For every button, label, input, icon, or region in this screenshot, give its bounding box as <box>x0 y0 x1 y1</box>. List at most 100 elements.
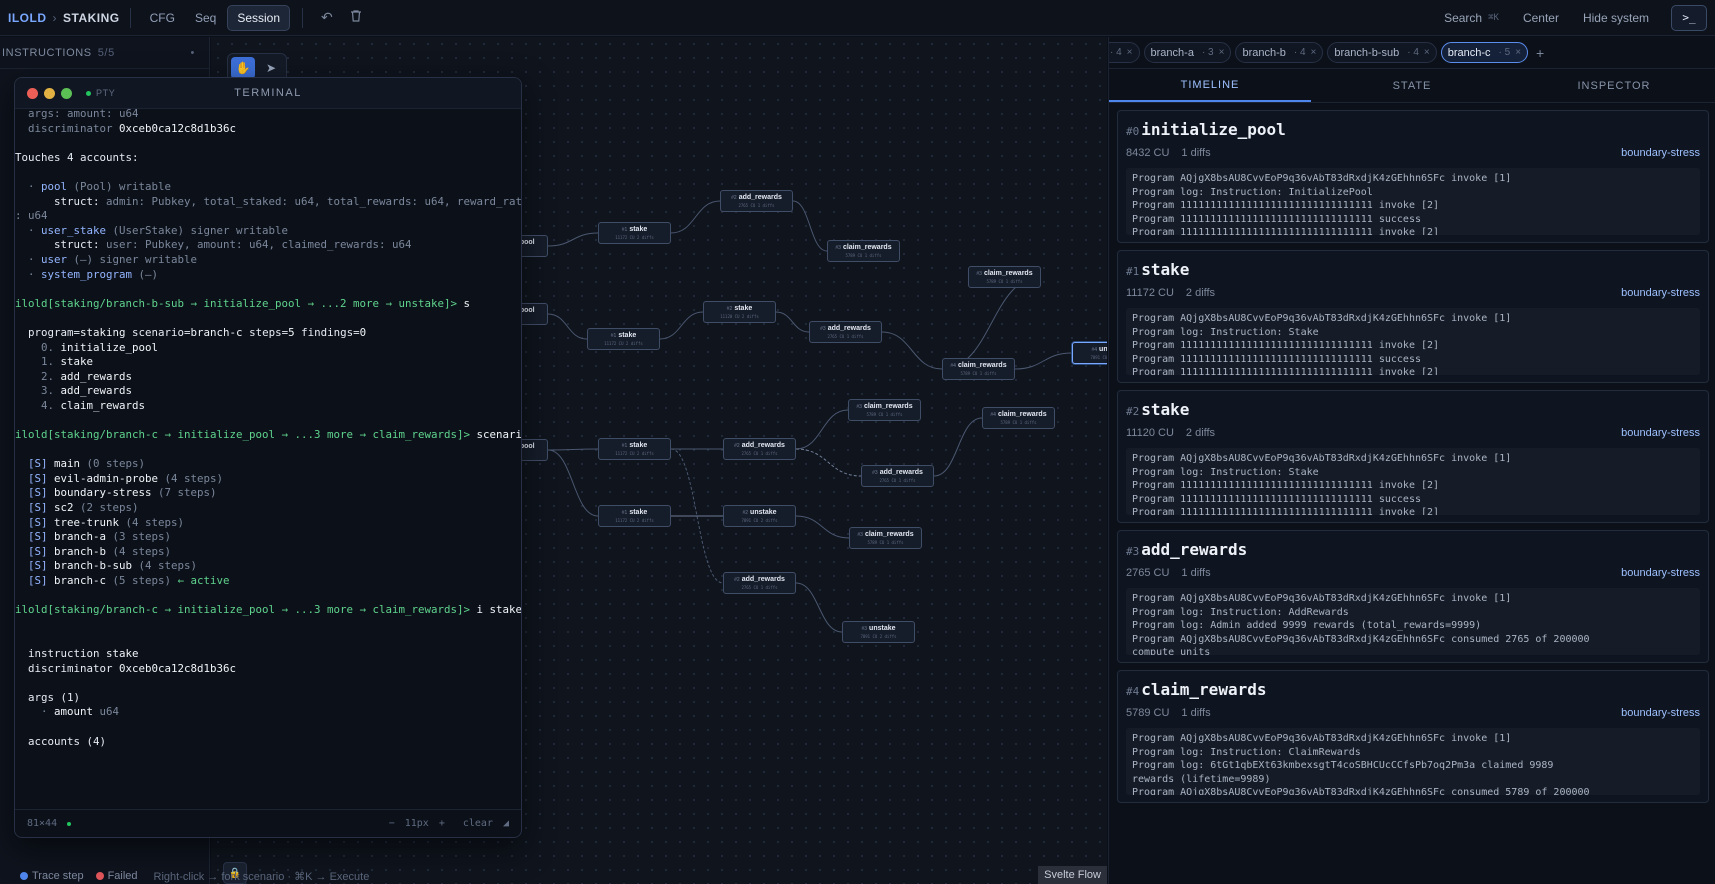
terminal-text: 0xceb0ca12c8d1b36c <box>119 661 237 675</box>
graph-node-label: stake <box>734 305 753 312</box>
program-name[interactable]: STAKING <box>63 11 120 25</box>
resize-handle-icon[interactable]: ◢ <box>503 818 509 829</box>
tab-session[interactable]: Session <box>227 4 291 31</box>
search-button[interactable]: Search <box>1444 11 1482 25</box>
brand-name[interactable]: ILOLD <box>8 11 47 25</box>
graph-node[interactable]: #3 add_rewards 2765 CU 1 diffs <box>809 321 882 343</box>
tab-state[interactable]: STATE <box>1311 69 1513 102</box>
svelte-flow-attribution[interactable]: Svelte Flow <box>1038 866 1107 884</box>
terminal-text: args: <box>15 109 68 120</box>
collapse-icon[interactable]: • <box>191 47 195 59</box>
graph-node[interactable]: #3 unstake 7891 CU 2 diffs <box>842 621 915 643</box>
terminal-text: 0. <box>15 340 61 354</box>
branch-tab[interactable]: branch-c · 5 × <box>1440 42 1529 63</box>
terminal-text: (—) <box>132 267 159 281</box>
log-line: rewards (lifetime=9989) <box>1132 773 1271 785</box>
step-logs[interactable]: Program AQjgX8bsAU8CvvEoP9q36vAbT83dRxdj… <box>1126 728 1700 795</box>
branch-tab[interactable]: · 4 × <box>1109 42 1140 63</box>
terminal-text: tree-trunk <box>54 515 120 529</box>
tab-cfg[interactable]: CFG <box>141 6 184 30</box>
terminal-text: (Pool) writable <box>67 179 172 193</box>
graph-node[interactable]: #4 claim_rewards 5789 CU 1 diffs <box>942 358 1015 380</box>
terminal-text: scenario <box>476 428 521 442</box>
graph-node[interactable]: #1 stake 11172 CU 2 diffs <box>598 222 671 244</box>
step-scenario-link[interactable]: boundary-stress <box>1621 427 1700 439</box>
hand-tool-icon[interactable]: ✋ <box>231 57 255 79</box>
graph-node[interactable]: #1 stake 11172 CU 2 diffs <box>598 505 671 527</box>
undo-icon[interactable]: ↶ <box>321 9 333 26</box>
terminal-text: findings= <box>294 325 360 339</box>
branch-tab[interactable]: branch-b-sub · 4 × <box>1327 42 1437 63</box>
close-icon[interactable]: × <box>1424 47 1430 58</box>
graph-node-title: #2 add_rewards <box>724 442 795 449</box>
step-logs[interactable]: Program AQjgX8bsAU8CvvEoP9q36vAbT83dRxdj… <box>1126 168 1700 235</box>
tab-timeline[interactable]: TIMELINE <box>1109 69 1311 102</box>
step-logs[interactable]: Program AQjgX8bsAU8CvvEoP9q36vAbT83dRxdj… <box>1126 588 1700 655</box>
graph-node[interactable]: #3 claim_rewards 5789 CU 1 diffs <box>849 527 922 549</box>
log-line: Program 11111111111111111111111111111111… <box>1132 340 1440 352</box>
step-logs[interactable]: Program AQjgX8bsAU8CvvEoP9q36vAbT83dRxdj… <box>1126 448 1700 515</box>
add-branch-icon[interactable]: + <box>1536 45 1544 61</box>
step-cu: 11120 CU <box>1126 427 1174 439</box>
timeline-step[interactable]: #4 claim_rewards 5789 CU 1 diffs boundary-st… <box>1117 670 1709 803</box>
terminal-output[interactable]: args: amount: u64 discriminator 0xceb0ca… <box>15 109 521 809</box>
branch-tab[interactable]: branch-b · 4 × <box>1235 42 1324 63</box>
timeline-step[interactable]: #3 add_rewards 2765 CU 1 diffs boundary-stre… <box>1117 530 1709 663</box>
terminal-window[interactable]: PTY TERMINAL args: amount: u64 discrimin… <box>14 77 522 838</box>
minimize-icon[interactable] <box>44 87 55 99</box>
graph-node[interactable]: #2 add_rewards 2765 CU 1 diffs <box>723 438 796 460</box>
graph-edge <box>659 311 704 340</box>
tab-inspector[interactable]: INSPECTOR <box>1513 69 1715 102</box>
graph-node[interactable]: #4 claim_rewards 5789 CU 1 diffs <box>982 407 1055 429</box>
step-scenario-link[interactable]: boundary-stress <box>1621 567 1700 579</box>
graph-node[interactable]: #2 add_rewards 2765 CU 1 diffs <box>720 190 793 212</box>
graph-node[interactable]: #4unstake 7891 CU 2 diffs <box>1072 342 1107 364</box>
font-increase-button[interactable]: + <box>439 818 445 829</box>
trash-icon[interactable] <box>349 9 363 26</box>
center-button[interactable]: Center <box>1523 11 1559 25</box>
terminal-titlebar[interactable]: PTY TERMINAL <box>15 78 521 109</box>
graph-edge <box>795 515 850 539</box>
graph-node[interactable]: #2 unstake 7891 CU 2 diffs <box>723 505 796 527</box>
step-scenario-link[interactable]: boundary-stress <box>1621 707 1700 719</box>
hide-system-button[interactable]: Hide system <box>1583 11 1649 25</box>
step-logs[interactable]: Program AQjgX8bsAU8CvvEoP9q36vAbT83dRxdj… <box>1126 308 1700 375</box>
graph-node[interactable]: #1 stake 11172 CU 2 diffs <box>598 438 671 460</box>
graph-node[interactable]: #2 add_rewards 2765 CU 1 diffs <box>723 572 796 594</box>
close-icon[interactable]: × <box>1127 47 1133 58</box>
canvas-legend: Trace step Failed Right-click → fork sce… <box>0 868 400 884</box>
step-meta: 5789 CU 1 diffs boundary-stress <box>1126 707 1700 719</box>
pointer-tool-icon[interactable]: ➤ <box>259 57 283 79</box>
tab-seq[interactable]: Seq <box>186 6 225 30</box>
terminal-text: stake <box>60 355 94 369</box>
graph-node-stats: 2765 CU 1 diffs <box>738 203 775 208</box>
close-icon[interactable]: × <box>1219 47 1225 58</box>
font-decrease-button[interactable]: − <box>389 818 395 829</box>
step-scenario-link[interactable]: boundary-stress <box>1621 147 1700 159</box>
step-header: #2 stake <box>1126 400 1700 419</box>
step-name: stake <box>1141 260 1190 279</box>
timeline-step[interactable]: #0 initialize_pool 8432 CU 1 diffs boundary-… <box>1117 110 1709 243</box>
terminal-toggle-button[interactable]: >_ <box>1671 4 1707 31</box>
clear-button[interactable]: clear <box>463 818 493 829</box>
close-icon[interactable]: × <box>1515 47 1521 58</box>
step-scenario-link[interactable]: boundary-stress <box>1621 287 1700 299</box>
timeline-step[interactable]: #2 stake 11120 CU 2 diffs boundary-stress Pro… <box>1117 390 1709 523</box>
terminal-line: struct: user: Pubkey, amount: u64, claim… <box>15 238 521 253</box>
branch-tab[interactable]: branch-a · 3 × <box>1143 42 1232 63</box>
log-line: Program AQjgX8bsAU8CvvEoP9q36vAbT83dRxdj… <box>1132 633 1590 645</box>
graph-node[interactable]: #2 stake 11120 CU 2 diffs <box>703 301 776 323</box>
graph-node-stats: 5789 CU 1 diffs <box>1000 420 1037 425</box>
graph-node[interactable]: #1 stake 11172 CU 2 diffs <box>587 328 660 350</box>
graph-node[interactable]: #3 claim_rewards 5789 CU 1 diffs <box>827 240 900 262</box>
graph-node[interactable]: #3 claim_rewards 5789 CU 1 diffs <box>968 266 1041 288</box>
maximize-icon[interactable] <box>61 87 72 99</box>
terminal-line: [S] branch-b (4 steps) <box>15 545 521 560</box>
graph-node[interactable]: #3 add_rewards 2765 CU 1 diffs <box>861 465 934 487</box>
close-icon[interactable] <box>27 87 38 99</box>
close-icon[interactable]: × <box>1311 47 1317 58</box>
timeline-step[interactable]: #1 stake 11172 CU 2 diffs boundary-stress Pro… <box>1117 250 1709 383</box>
graph-node[interactable]: #3 claim_rewards 5789 CU 1 diffs <box>848 399 921 421</box>
